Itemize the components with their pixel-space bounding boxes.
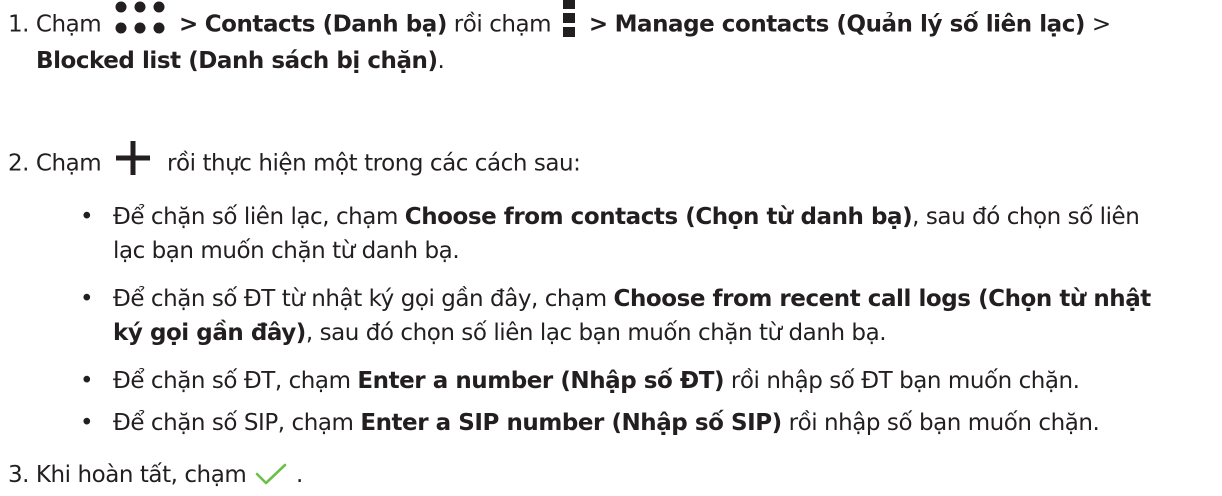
bullet-1-text-after: , sau đó chọn số liên [912, 204, 1140, 230]
bullet-1-line-1: Để chặn số liên lạc, chạm Choose from co… [113, 201, 1140, 233]
bullet-2-line-1: Để chặn số ĐT từ nhật ký gọi gần đây, ch… [113, 283, 1151, 315]
bullet-2-line-2: ký gọi gần đây), sau đó chọn số liên lạc… [113, 317, 887, 349]
bullet-1-text: Để chặn số liên lạc, chạm [113, 204, 398, 230]
bullet-dot: • [80, 368, 94, 394]
enter-a-sip-number-label: Enter a SIP number (Nhập số SIP) [360, 410, 782, 436]
bullet-3-text: Để chặn số ĐT, chạm [113, 368, 351, 394]
step-2-line: 2. Chạm rồi thực hiện một trong các cách… [8, 141, 581, 181]
bullet-2-text-after: , sau đó chọn số liên lạc bạn muốn chặn … [305, 320, 887, 346]
three-dots-icon [110, 0, 170, 39]
bullet-2-text: Để chặn số ĐT từ nhật ký gọi gần đây, ch… [113, 286, 607, 312]
step-1-number: 1. [8, 11, 30, 38]
bullet-dot: • [80, 410, 94, 436]
bullet-1-line-2: lạc bạn muốn chặn từ danh bạ. [113, 235, 460, 267]
step-3-line: 3. Khi hoàn tất, chạm . [8, 459, 303, 491]
step-1-mid-text: rồi chạm [453, 11, 552, 38]
step-1-end: . [437, 48, 445, 74]
checkmark-icon [255, 463, 287, 485]
contacts-label: Contacts (Danh bạ) [204, 11, 448, 38]
step-1-separator-3: > [1091, 11, 1111, 38]
bullet-3-line: Để chặn số ĐT, chạm Enter a number (Nhập… [113, 365, 1080, 397]
bullet-dot: • [80, 286, 94, 312]
plus-icon [116, 141, 151, 175]
bullet-1-text-line-2: lạc bạn muốn chặn từ danh bạ. [113, 238, 460, 264]
manage-contacts-label: Manage contacts (Quản lý số liên lạc) [614, 11, 1086, 38]
step-3-text: Khi hoàn tất, chạm [35, 462, 247, 488]
step-1-line-1: 1. Chạm > Contacts (Danh bạ) rồi chạm > … [8, 0, 1111, 45]
step-2-after-text: rồi thực hiện một trong các cách sau: [167, 150, 581, 177]
step-1-tap-text: Chạm [35, 11, 102, 38]
choose-from-contacts-label: Choose from contacts (Chọn từ danh bạ) [404, 204, 913, 230]
step-1-line-2: Blocked list (Danh sách bị chặn). [36, 45, 445, 77]
enter-a-number-label: Enter a number (Nhập số ĐT) [357, 368, 725, 394]
step-1-separator-2: > [588, 11, 608, 38]
blocked-list-label: Blocked list (Danh sách bị chặn) [36, 48, 438, 74]
choose-from-recent-call-logs-label: Choose from recent call logs (Chọn từ nh… [613, 286, 1152, 312]
step-1-separator-1: > [179, 11, 198, 38]
step-2-number: 2. [8, 150, 30, 177]
bullet-dot: • [80, 204, 94, 230]
menu-icon [560, 0, 580, 39]
bullet-4-text: Để chặn số SIP, chạm [113, 410, 354, 436]
choose-from-recent-call-logs-label-cont: ký gọi gần đây) [113, 320, 306, 346]
bullet-4-text-after: rồi nhập số bạn muốn chặn. [788, 410, 1100, 436]
instruction-document: 1. Chạm > Contacts (Danh bạ) rồi chạm > … [0, 0, 1222, 496]
step-3-number: 3. [8, 462, 30, 488]
step-3-end: . [296, 462, 303, 488]
step-2-tap-text: Chạm [35, 150, 102, 177]
bullet-3-text-after: rồi nhập số ĐT bạn muốn chặn. [730, 368, 1080, 394]
bullet-4-line: Để chặn số SIP, chạm Enter a SIP number … [113, 407, 1100, 439]
